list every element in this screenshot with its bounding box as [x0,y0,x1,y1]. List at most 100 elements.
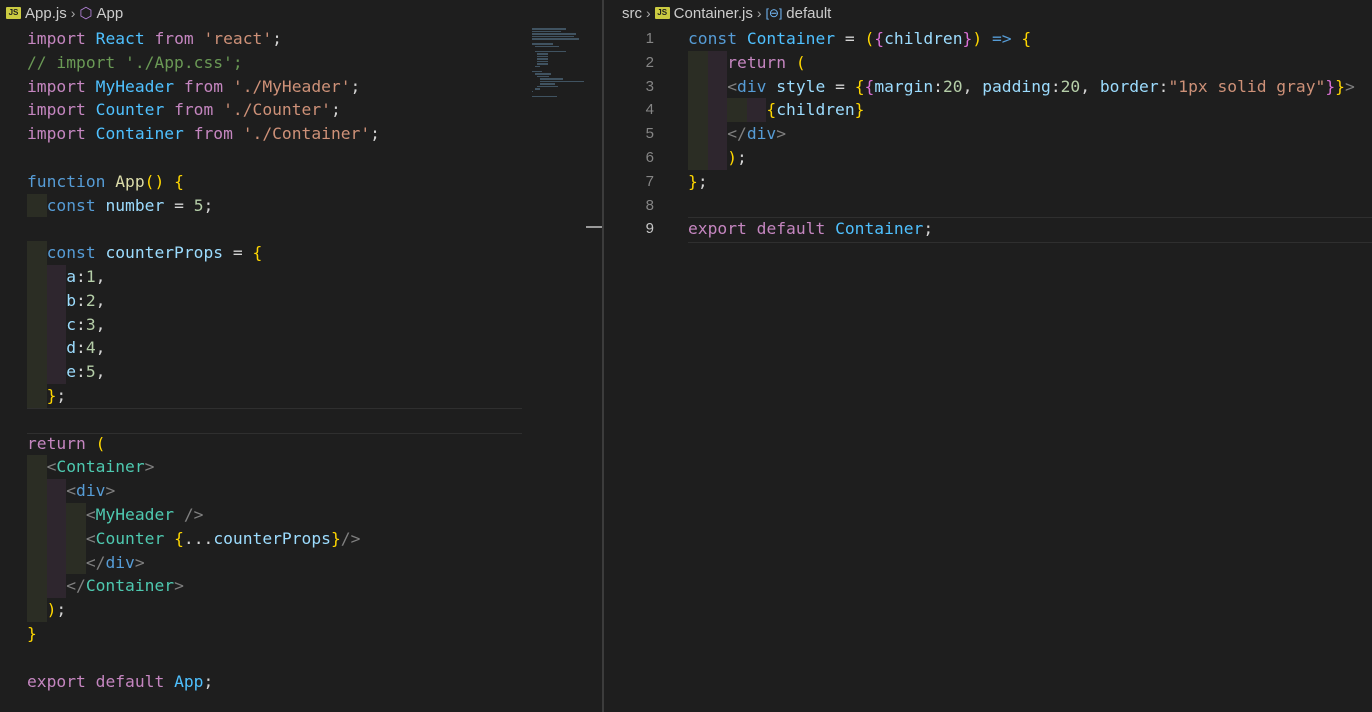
minimap-line [532,33,577,35]
code-text: // import './App.css'; [27,52,243,72]
chevron-right-icon: › [70,5,76,21]
code-line[interactable]: <Counter {...counterProps}/> [0,526,600,551]
minimap-line [532,90,534,92]
code-line[interactable]: 3 <div style = {{margin:20, padding:20, … [604,74,1372,99]
code-line[interactable]: b:2, [0,288,600,313]
code-line[interactable]: import Container from './Container'; [0,122,600,146]
code-line[interactable]: a:1, [0,264,600,289]
code-line[interactable]: function App() { [0,170,600,194]
code-line[interactable]: </Container> [0,574,600,599]
code-text: import Container from './Container'; [27,124,380,144]
line-number: 8 [645,196,654,214]
code-line[interactable]: <MyHeader /> [0,502,600,527]
code-line[interactable]: 5 </div> [604,122,1372,146]
code-line[interactable]: ); [0,598,600,622]
code-text: a:1, [66,266,106,286]
minimap-line [534,88,540,90]
minimap-line [532,38,579,40]
code-line[interactable]: d:4, [0,336,600,361]
code-text: }; [46,385,67,405]
scrollbar[interactable] [586,226,602,228]
line-number: 9 [645,220,654,238]
minimap-line [537,58,548,60]
code-line[interactable]: export default App; [0,670,600,694]
line-number: 4 [645,101,654,119]
minimap-line [537,75,549,77]
code-line[interactable]: } [0,622,600,646]
code-line[interactable]: }; [0,383,600,408]
code-line[interactable]: c:3, [0,312,600,337]
js-file-icon: JS [6,7,21,19]
minimap-line [532,30,561,32]
code-line[interactable]: </div> [0,550,600,575]
code-text: export default Container; [688,219,934,239]
code-line[interactable]: 7}; [604,170,1372,194]
minimap-line [539,80,584,82]
code-line[interactable] [0,146,600,170]
code-line[interactable]: import Counter from './Counter'; [0,98,600,122]
js-file-icon: JS [654,7,670,19]
minimap-line [534,45,560,47]
current-line-highlight [27,407,522,434]
minimap-line [539,83,556,85]
code-line[interactable]: 8 [604,194,1372,218]
code-line[interactable]: 1 const Container = ({children}) => { [604,27,1372,51]
code-line[interactable]: const counterProps = { [0,241,600,265]
code-text: <Counter {...counterProps}/> [85,528,361,548]
code-text: const number = 5; [46,195,214,215]
code-line[interactable]: <div> [0,479,600,503]
breadcrumb: JS App.js › ⬡ App [0,0,602,26]
minimap-line [537,55,548,57]
code-text: return ( [727,52,806,72]
code-area[interactable]: 1 const Container = ({children}) => {2 re… [604,27,1372,244]
code-area[interactable]: import React from 'react'; // import './A… [0,27,600,693]
code-text: b:2, [66,290,106,310]
right-editor-pane[interactable]: src › JS Container.js › [⊖] default 1 con… [604,0,1372,712]
code-text: ); [727,147,747,167]
code-text: </div> [727,124,787,144]
minimap[interactable] [532,28,588,97]
code-line[interactable]: 4 {children} [604,98,1372,123]
code-line[interactable]: // import './App.css'; [0,51,600,75]
code-line[interactable]: const number = 5; [0,193,600,218]
breadcrumb-symbol[interactable]: default [786,5,831,22]
code-line[interactable]: 2 return ( [604,50,1372,75]
code-line[interactable] [0,407,600,434]
code-text: }; [688,171,708,191]
code-line[interactable]: import React from 'react'; [0,27,600,51]
code-text: <Container> [46,457,155,477]
minimap-line [537,63,548,65]
minimap-line [539,78,564,80]
minimap-line [534,50,566,52]
code-line[interactable]: return ( [0,432,600,456]
minimap-line [534,65,540,67]
minimap-line [532,35,574,37]
breadcrumb-folder[interactable]: src [622,5,642,22]
minimap-line [537,85,558,87]
code-text: const Container = ({children}) => { [688,29,1032,48]
code-text: d:4, [66,338,106,358]
code-text: const counterProps = { [46,243,263,263]
code-line[interactable] [0,646,600,670]
code-line[interactable]: import MyHeader from './MyHeader'; [0,75,600,99]
code-line[interactable]: e:5, [0,360,600,384]
code-line[interactable]: 9 export default Container; [604,217,1372,244]
code-line[interactable]: 6 ); [604,145,1372,170]
minimap-line [532,95,557,97]
code-line[interactable]: <Container> [0,455,600,480]
left-editor-pane[interactable]: JS App.js › ⬡ App import React from 'rea… [0,0,602,712]
chevron-right-icon: › [646,5,651,21]
code-text: <MyHeader /> [85,504,204,524]
line-number: 3 [645,77,654,95]
code-text: c:3, [66,314,106,334]
code-line[interactable] [0,217,600,241]
code-text: export default App; [27,671,214,691]
code-text: {children} [766,100,865,120]
breadcrumb-file[interactable]: App.js [25,5,67,22]
minimap-line [537,60,548,62]
minimap-line [532,70,543,72]
minimap-line [537,53,548,55]
breadcrumb-file[interactable]: Container.js [674,5,753,22]
code-text: <div> [66,481,116,501]
breadcrumb-symbol[interactable]: App [96,5,123,22]
